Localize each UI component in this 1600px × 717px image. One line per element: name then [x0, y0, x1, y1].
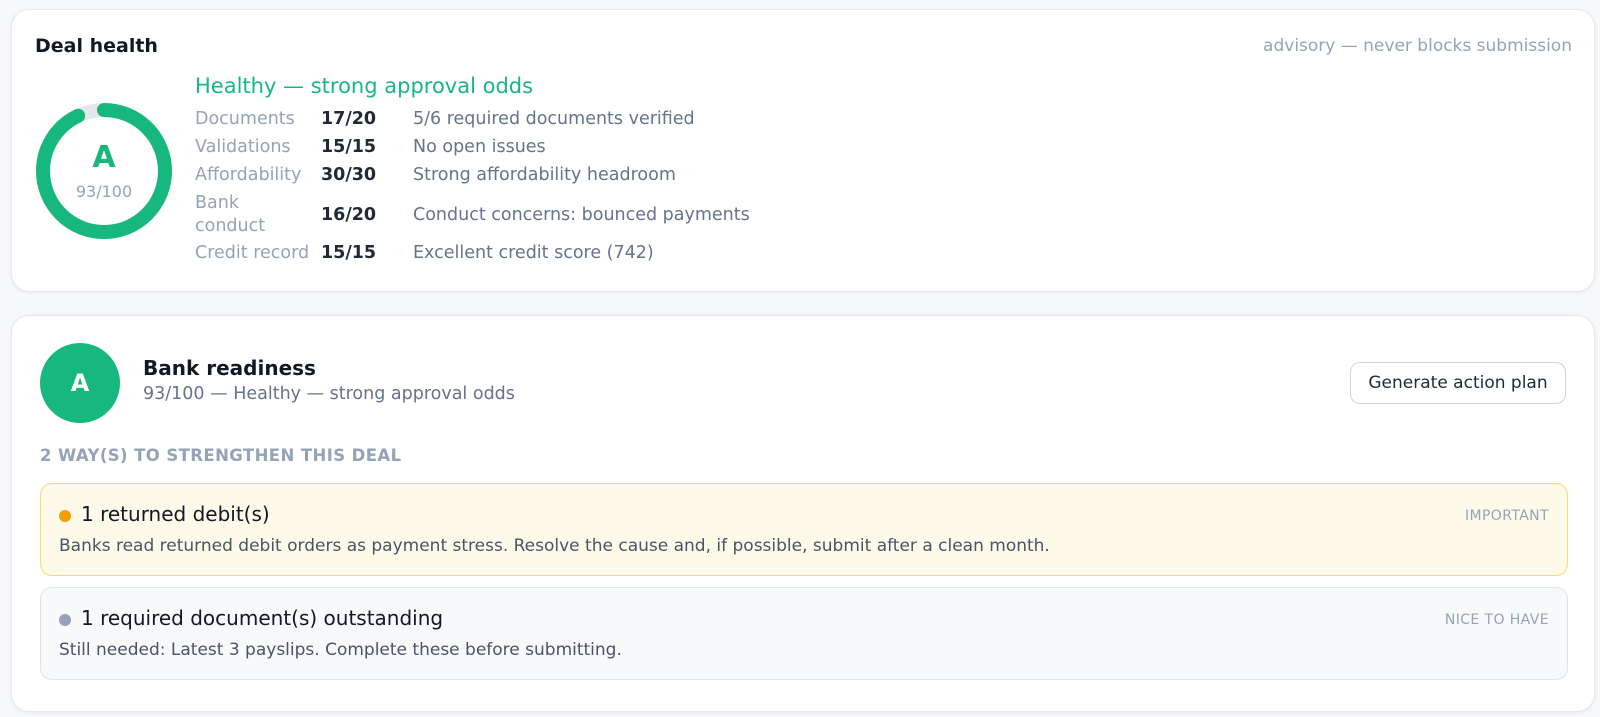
recommendation-body: Banks read returned debit orders as paym…: [59, 536, 1050, 556]
factor-name: Documents: [195, 109, 295, 129]
recommendation-card-returned-debit: 1 returned debit(s) IMPORTANT Banks read…: [40, 483, 1568, 576]
priority-dot-icon: [59, 614, 71, 626]
factor-name: Bank conduct: [195, 193, 266, 236]
factor-name: Credit record: [195, 243, 310, 263]
score-gauge: A 93/100: [35, 102, 173, 240]
recommendation-title: 1 returned debit(s): [81, 502, 270, 526]
bank-readiness-title: Bank readiness: [143, 356, 316, 380]
priority-badge: NICE TO HAVE: [1444, 612, 1549, 628]
factor-score: 30/30: [321, 165, 377, 185]
factor-row-validations: Validations 15/15 No open issues: [195, 136, 895, 160]
factor-name: Affordability: [195, 165, 302, 185]
factor-score: 15/15: [321, 137, 377, 157]
factor-note: Excellent credit score (742): [413, 243, 654, 263]
factor-note: Conduct concerns: bounced payments: [413, 205, 750, 225]
advisory-note: advisory — never blocks submission: [1263, 36, 1572, 56]
factor-score: 16/20: [321, 205, 377, 225]
factor-row-affordability: Affordability 30/30 Strong affordability…: [195, 164, 895, 188]
recommendation-card-outstanding-document: 1 required document(s) outstanding NICE …: [40, 587, 1568, 680]
factor-score: 17/20: [321, 109, 377, 129]
factor-name: Validations: [195, 137, 291, 157]
deal-health-title: Deal health: [35, 35, 158, 57]
factor-note: 5/6 required documents verified: [413, 109, 695, 129]
factor-row-credit-record: Credit record 15/15 Excellent credit sco…: [195, 242, 895, 266]
priority-dot-icon: [59, 510, 71, 522]
recommendation-body: Still needed: Latest 3 payslips. Complet…: [59, 640, 622, 660]
recommendation-title: 1 required document(s) outstanding: [81, 606, 444, 630]
factor-row-documents: Documents 17/20 5/6 required documents v…: [195, 108, 895, 132]
gauge-score: 93/100: [75, 182, 133, 201]
gauge-grade: A: [92, 140, 116, 175]
factor-note: Strong affordability headroom: [413, 165, 676, 185]
factor-note: No open issues: [413, 137, 546, 157]
readiness-grade-avatar: A: [40, 343, 120, 423]
generate-action-plan-button[interactable]: Generate action plan: [1350, 362, 1566, 404]
priority-badge: IMPORTANT: [1464, 508, 1549, 524]
health-status: Healthy — strong approval odds: [195, 74, 534, 98]
factor-score: 15/15: [321, 243, 377, 263]
deal-health-card: Deal health advisory — never blocks subm…: [11, 9, 1595, 292]
factor-row-bank-conduct: Bank conduct 16/20 Conduct concerns: bou…: [195, 192, 895, 238]
bank-readiness-subtitle: 93/100 — Healthy — strong approval odds: [143, 384, 515, 404]
bank-readiness-card: A Bank readiness 93/100 — Healthy — stro…: [11, 315, 1595, 712]
ways-to-strengthen-heading: 2 WAY(S) TO STRENGTHEN THIS DEAL: [40, 446, 402, 465]
